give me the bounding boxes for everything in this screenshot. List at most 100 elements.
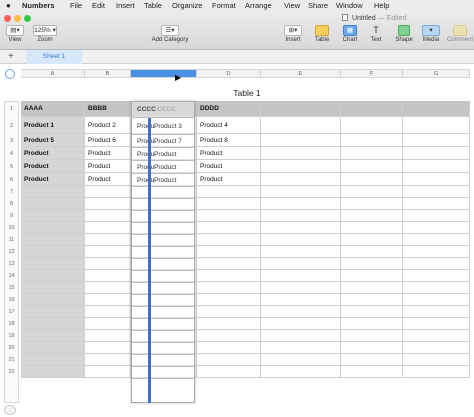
- table-cell-empty[interactable]: [341, 318, 403, 330]
- comment-button[interactable]: Comment: [446, 25, 474, 43]
- table-header-cell-a[interactable]: AAAA: [21, 101, 85, 117]
- row-number[interactable]: 17: [5, 308, 18, 316]
- table-cell-empty[interactable]: [341, 198, 403, 210]
- table-cell-e2[interactable]: [261, 134, 341, 147]
- table-button[interactable]: Table: [310, 25, 334, 43]
- row-number[interactable]: 16: [5, 296, 18, 304]
- menu-edit[interactable]: Edit: [92, 0, 105, 12]
- table-cell-empty[interactable]: [197, 342, 261, 354]
- table-cell-empty[interactable]: [85, 210, 131, 222]
- row-number[interactable]: 12: [5, 248, 18, 256]
- zoom-window-button[interactable]: [24, 15, 31, 22]
- menu-file[interactable]: File: [70, 0, 82, 12]
- table-cell-empty[interactable]: [197, 258, 261, 270]
- row-number[interactable]: 4: [5, 150, 18, 158]
- table-cell-empty[interactable]: [21, 222, 85, 234]
- table-cell-empty[interactable]: [21, 270, 85, 282]
- table-cell-empty[interactable]: [341, 270, 403, 282]
- table-cell-empty[interactable]: [85, 222, 131, 234]
- table-header-cell-e[interactable]: [261, 101, 341, 117]
- menu-insert[interactable]: Insert: [116, 0, 135, 12]
- table-cell-empty[interactable]: [261, 246, 341, 258]
- table-cell-empty[interactable]: [341, 306, 403, 318]
- table-cell-empty[interactable]: [85, 270, 131, 282]
- table-cell-empty[interactable]: [85, 234, 131, 246]
- table-cell-empty[interactable]: [21, 318, 85, 330]
- table-cell-b2[interactable]: Product 6: [85, 134, 131, 147]
- table-cell-empty[interactable]: [403, 354, 470, 366]
- row-number[interactable]: 5: [5, 163, 18, 171]
- view-button[interactable]: ▤▾ View: [4, 25, 26, 43]
- table-cell-empty[interactable]: [261, 342, 341, 354]
- table-cell-empty[interactable]: [341, 366, 403, 378]
- table-cell-empty[interactable]: [21, 186, 85, 198]
- table-cell-empty[interactable]: [403, 294, 470, 306]
- table-cell-b5[interactable]: Product: [85, 173, 131, 186]
- table-cell-b3[interactable]: Product: [85, 147, 131, 160]
- row-number[interactable]: 15: [5, 284, 18, 292]
- column-header-e[interactable]: E: [261, 69, 341, 78]
- table-cell-empty[interactable]: [341, 354, 403, 366]
- table-cell-empty[interactable]: [341, 330, 403, 342]
- table-cell-empty[interactable]: [261, 234, 341, 246]
- table-cell-b1[interactable]: Product 2: [85, 117, 131, 134]
- table-cell-empty[interactable]: [197, 246, 261, 258]
- table-cell-empty[interactable]: [341, 234, 403, 246]
- table-cell-empty[interactable]: [85, 198, 131, 210]
- table-cell-empty[interactable]: [403, 198, 470, 210]
- select-all-button[interactable]: [5, 69, 15, 79]
- table-cell-empty[interactable]: [403, 258, 470, 270]
- column-header-b[interactable]: B: [85, 69, 131, 78]
- table-cell-empty[interactable]: [197, 330, 261, 342]
- table-cell-empty[interactable]: [85, 342, 131, 354]
- table-cell-empty[interactable]: [197, 282, 261, 294]
- table-cell-empty[interactable]: [197, 222, 261, 234]
- table-cell-f4[interactable]: [341, 160, 403, 173]
- table-cell-empty[interactable]: [85, 354, 131, 366]
- row-number[interactable]: 13: [5, 260, 18, 268]
- add-sheet-button[interactable]: +: [8, 51, 14, 62]
- table-cell-empty[interactable]: [85, 282, 131, 294]
- table-cell-empty[interactable]: [21, 342, 85, 354]
- table-cell-empty[interactable]: [85, 258, 131, 270]
- table-cell-d2[interactable]: Product 8: [197, 134, 261, 147]
- menu-format[interactable]: Format: [212, 0, 236, 12]
- table-cell-empty[interactable]: [197, 306, 261, 318]
- column-header-g[interactable]: G: [403, 69, 470, 78]
- row-number[interactable]: 9: [5, 212, 18, 220]
- table-cell-empty[interactable]: [85, 330, 131, 342]
- table-cell-empty[interactable]: [403, 318, 470, 330]
- row-number[interactable]: 10: [5, 224, 18, 232]
- table-cell-empty[interactable]: [197, 186, 261, 198]
- table-cell-e4[interactable]: [261, 160, 341, 173]
- canvas-zoom-control[interactable]: [4, 405, 16, 415]
- table-cell-empty[interactable]: [341, 342, 403, 354]
- table-cell-empty[interactable]: [21, 354, 85, 366]
- table-cell-e1[interactable]: [261, 117, 341, 134]
- table-cell-empty[interactable]: [403, 270, 470, 282]
- table-cell-empty[interactable]: [21, 294, 85, 306]
- table-cell-f5[interactable]: [341, 173, 403, 186]
- table-cell-empty[interactable]: [341, 222, 403, 234]
- table-cell-empty[interactable]: [197, 234, 261, 246]
- table-cell-empty[interactable]: [85, 294, 131, 306]
- table-cell-empty[interactable]: [261, 282, 341, 294]
- menu-help[interactable]: Help: [374, 0, 389, 12]
- table-cell-empty[interactable]: [21, 330, 85, 342]
- table-title[interactable]: Table 1: [222, 88, 272, 98]
- table-cell-a1[interactable]: Product 1: [21, 117, 85, 134]
- table-cell-empty[interactable]: [261, 258, 341, 270]
- row-number[interactable]: 14: [5, 272, 18, 280]
- table-cell-empty[interactable]: [341, 282, 403, 294]
- media-button[interactable]: ▾ Media: [418, 25, 444, 43]
- table-cell-a3[interactable]: Product: [21, 147, 85, 160]
- table-cell-empty[interactable]: [197, 270, 261, 282]
- table-cell-empty[interactable]: [197, 198, 261, 210]
- table-cell-g2[interactable]: [403, 134, 470, 147]
- row-number[interactable]: 19: [5, 332, 18, 340]
- shape-button[interactable]: Shape: [392, 25, 416, 43]
- table-cell-empty[interactable]: [403, 222, 470, 234]
- table-cell-empty[interactable]: [85, 318, 131, 330]
- table-header-cell-f[interactable]: [341, 101, 403, 117]
- row-number[interactable]: 7: [5, 188, 18, 196]
